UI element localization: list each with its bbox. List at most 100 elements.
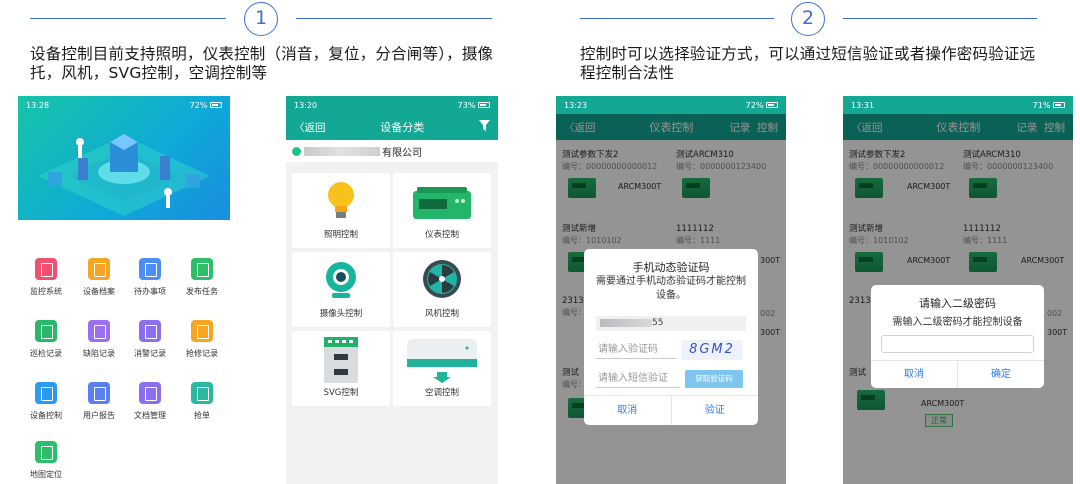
tile-document-management[interactable]: 文档管理 (125, 382, 175, 421)
dialog-buttons: 取消 验证 (584, 395, 758, 425)
control-icon (35, 382, 57, 404)
tile-label: 待办事项 (134, 287, 166, 296)
company-status-icon (292, 146, 301, 156)
captcha-input[interactable]: 请输入验证码 (596, 341, 676, 359)
dialog-buttons: 取消 确定 (871, 360, 1044, 388)
get-code-button[interactable]: 获取验证码 (685, 370, 743, 388)
tile-label: 用户报告 (83, 411, 115, 420)
battery-icon (766, 102, 778, 108)
step2-line-left (580, 18, 774, 19)
confirm-button[interactable]: 确定 (957, 361, 1044, 388)
category-svg[interactable]: SVG控制 (292, 331, 390, 406)
dialog-title: 手机动态验证码 (632, 261, 710, 274)
hero-banner: 13:28 72% (18, 96, 230, 220)
cancel-button[interactable]: 取消 (871, 361, 957, 388)
meter-icon (413, 187, 471, 219)
category-label: 照明控制 (323, 230, 358, 240)
step2-line-right (843, 18, 1037, 19)
step1-number: 1 (244, 2, 278, 36)
isometric-city-illustration (38, 134, 210, 216)
tile-alarm-record[interactable]: 消警记录 (125, 320, 175, 359)
inspect-icon (35, 320, 57, 342)
bulb-icon (328, 182, 354, 218)
tile-label: 抢单 (194, 411, 210, 420)
verify-button[interactable]: 验证 (670, 396, 759, 425)
camera-icon (326, 262, 356, 298)
header-bar: 13:20 73% 〈返回 设备分类 (286, 96, 498, 140)
step2-description: 控制时可以选择验证方式，可以通过短信验证或者操作密码验证远程控制合法性 (580, 45, 1036, 82)
chevron-left-icon: 〈 (294, 121, 305, 134)
category-fan[interactable]: 风机控制 (393, 252, 491, 327)
back-label: 返回 (304, 121, 326, 134)
category-camera[interactable]: 摄像头控制 (292, 252, 390, 327)
cancel-button[interactable]: 取消 (584, 396, 671, 425)
tile-defect-record[interactable]: 缺陷记录 (74, 320, 124, 359)
back-button[interactable]: 〈返回 (294, 120, 326, 135)
alarm-icon (139, 320, 161, 342)
tile-label: 设备控制 (30, 411, 62, 420)
tile-device-archive[interactable]: 设备档案 (74, 258, 124, 297)
tile-repair-record[interactable]: 抢修记录 (177, 320, 227, 359)
battery-icon (478, 102, 490, 108)
status-battery-level: 71% (1032, 100, 1051, 110)
dialog-title: 请输入二级密码 (919, 297, 996, 310)
nav-bar: 〈返回 设备分类 (286, 114, 498, 140)
category-label: 空调控制 (424, 388, 459, 398)
status-battery-level: 73% (457, 100, 476, 110)
tile-label: 发布任务 (186, 287, 218, 296)
tile-todo[interactable]: 待办事项 (125, 258, 175, 297)
page-title: 设备分类 (380, 121, 425, 134)
phone-number-field: 55 (596, 316, 746, 331)
tile-label: 缺陷记录 (83, 349, 115, 358)
captcha-image[interactable]: 8GM2 (681, 340, 743, 360)
category-meter[interactable]: 仪表控制 (393, 173, 491, 248)
repair-icon (191, 320, 213, 342)
tile-label: 消警记录 (134, 349, 166, 358)
tile-label: 地图定位 (30, 470, 62, 479)
tile-publish-task[interactable]: 发布任务 (177, 258, 227, 297)
grab-icon (191, 382, 213, 404)
category-label: 仪表控制 (424, 230, 459, 240)
step1-line-right (296, 18, 492, 19)
company-suffix: 有限公司 (382, 147, 422, 159)
svg-cabinet-icon (324, 337, 358, 383)
status-bar: 13:23 72% (556, 96, 786, 114)
dialog-message: 需要通过手机动态验证码才能控制设备。 (596, 276, 746, 301)
step1-description: 设备控制目前支持照明，仪表控制（消音，复位，分合闸等），摄像托，风机，SVG控制… (30, 45, 494, 82)
archive-icon (88, 258, 110, 280)
tile-label: 巡检记录 (30, 349, 62, 358)
tile-label: 设备档案 (83, 287, 115, 296)
status-bar: 13:20 73% (286, 96, 498, 114)
defect-icon (88, 320, 110, 342)
aircon-icon (407, 339, 477, 383)
category-label: 风机控制 (424, 309, 459, 319)
category-aircon[interactable]: 空调控制 (393, 331, 491, 406)
tile-label: 文档管理 (134, 411, 166, 420)
tile-grab-order[interactable]: 抢单 (177, 382, 227, 421)
tile-inspection-record[interactable]: 巡检记录 (21, 320, 71, 359)
sms-verify-dialog: 手机动态验证码 需要通过手机动态验证码才能控制设备。 55 请输入验证码 8GM… (584, 249, 758, 425)
battery-icon (1053, 102, 1065, 108)
category-lighting[interactable]: 照明控制 (292, 173, 390, 248)
filter-icon[interactable] (479, 120, 490, 134)
tile-device-control[interactable]: 设备控制 (21, 382, 71, 421)
monitor-icon (35, 258, 57, 280)
map-icon (35, 441, 57, 463)
todo-icon (139, 258, 161, 280)
status-time: 13:31 (851, 100, 875, 110)
step2-number: 2 (791, 2, 825, 36)
password-input[interactable] (881, 335, 1034, 353)
tile-monitor-system[interactable]: 监控系统 (21, 258, 71, 297)
tile-map-location[interactable]: 地图定位 (21, 441, 71, 480)
category-label: SVG控制 (323, 388, 359, 398)
step1-line-left (30, 18, 226, 19)
sms-code-input[interactable]: 请输入短信验证 (596, 370, 680, 388)
tile-user-report[interactable]: 用户报告 (74, 382, 124, 421)
company-name-mask (304, 146, 380, 156)
status-time: 13:23 (564, 100, 588, 110)
tile-label: 监控系统 (30, 287, 62, 296)
tile-label: 抢修记录 (186, 349, 218, 358)
company-row[interactable]: 有限公司 (286, 140, 498, 162)
task-icon (191, 258, 213, 280)
dialog-message: 需输入二级密码才能控制设备 (892, 317, 1023, 328)
